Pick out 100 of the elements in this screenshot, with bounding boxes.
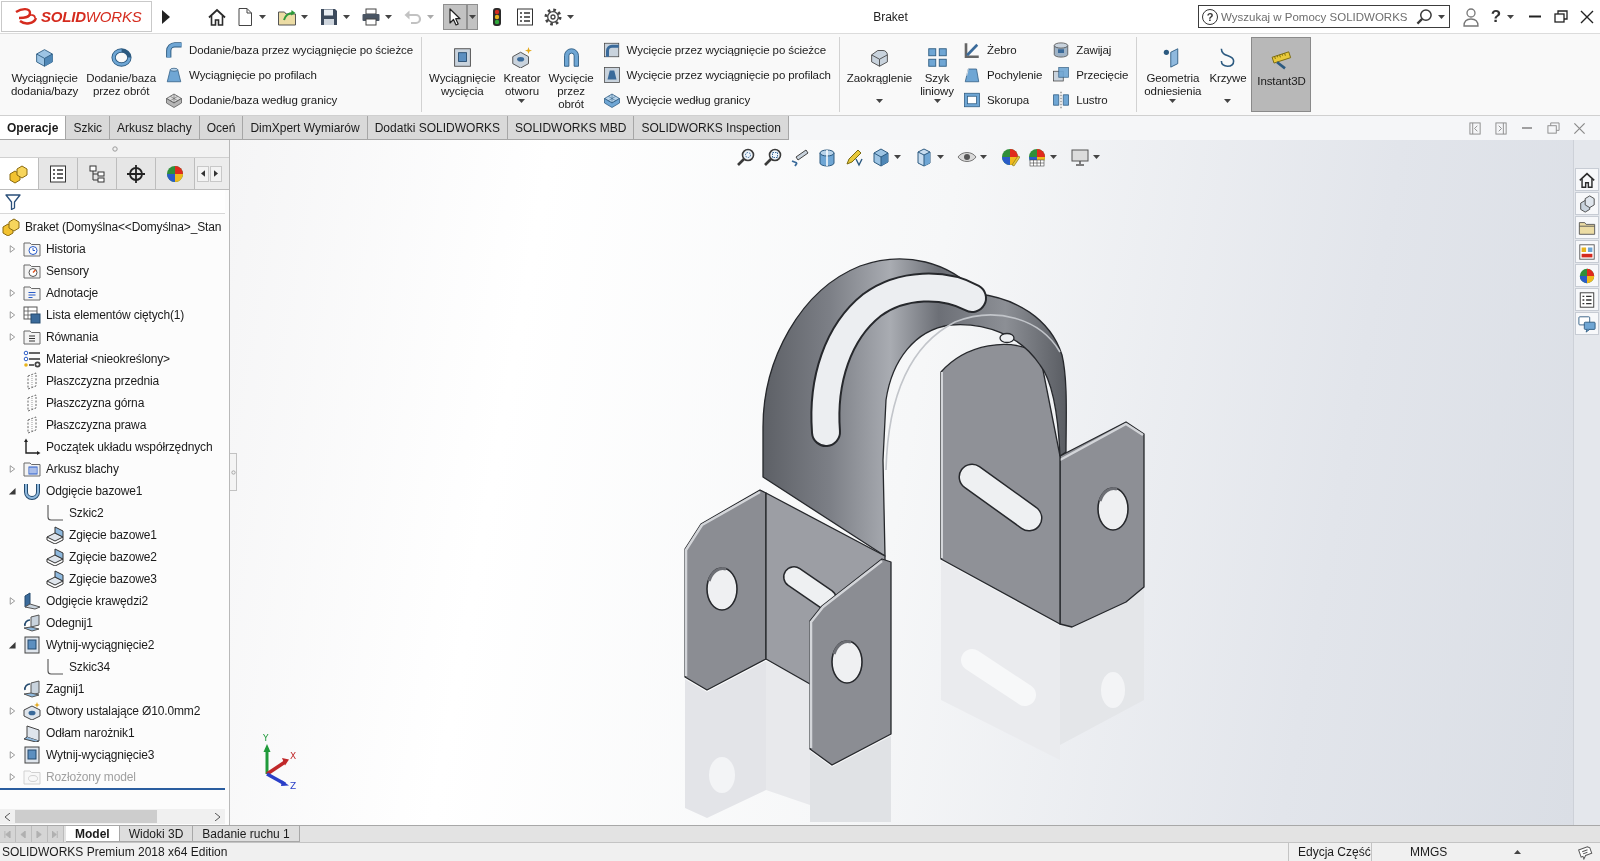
search-button[interactable] <box>1415 7 1434 26</box>
tree-item[interactable]: Zgięcie bazowe1 <box>69 528 157 542</box>
tree-item[interactable]: Wytnij-wyciągnięcie3 <box>46 748 155 762</box>
ribbon-tab[interactable]: Dodatki SOLIDWORKS <box>367 116 509 140</box>
section-view-button[interactable] <box>816 146 838 168</box>
intersect-button[interactable]: Przecięcie <box>1049 62 1132 87</box>
instant3d-button[interactable]: Instant3D <box>1251 37 1312 112</box>
document-tab[interactable]: Badanie ruchu 1 <box>193 826 300 842</box>
tree-item[interactable]: Szkic2 <box>69 506 104 520</box>
property-manager-tab[interactable] <box>39 158 78 189</box>
ribbon-tab[interactable]: Operacje <box>0 116 67 140</box>
cut-revolve-button[interactable]: Wycięcie przez obrót <box>545 37 597 112</box>
dropdown-button[interactable] <box>467 3 478 30</box>
slanted-bar-icon <box>790 147 810 167</box>
fillet-button[interactable]: Zaokrąglenie <box>843 37 916 112</box>
tree-item[interactable]: Materiał <nieokreślony> <box>46 352 170 366</box>
document-tab[interactable]: Model <box>66 826 120 842</box>
tree-item[interactable]: Płaszczyzna prawa <box>46 418 147 432</box>
tree-item[interactable]: Zgięcie bazowe2 <box>69 550 157 564</box>
wrap-button[interactable]: Zawijaj <box>1049 37 1132 62</box>
hole-wizard-button[interactable]: Kreator otworu <box>500 37 544 112</box>
tree-item[interactable]: Zgięcie bazowe3 <box>69 572 157 586</box>
expander-arrow-icon[interactable] <box>8 487 16 495</box>
reference-geometry-button[interactable]: Geometria odniesienia <box>1141 37 1205 112</box>
file-explorer-tab[interactable] <box>1575 216 1599 239</box>
cut-sweep-button[interactable]: Wycięcie przez wyciągnięcie po ścieżce <box>599 37 834 62</box>
scroll-right-button[interactable] <box>210 165 222 182</box>
sweep-button[interactable]: Dodanie/baza przez wyciągnięcie po ścieżce <box>162 37 416 62</box>
document-tab[interactable]: Widoki 3D <box>119 826 194 842</box>
horizontal-scrollbar[interactable] <box>0 809 225 824</box>
tree-item[interactable]: Otwory ustalające Ø10.0mm2 <box>46 704 201 718</box>
mirror-button[interactable]: Lustro <box>1049 87 1132 112</box>
tree-item[interactable]: Arkusz blachy <box>46 462 119 476</box>
view-orientation-button[interactable] <box>870 146 892 168</box>
search-field[interactable]: ? Wyszukaj w Pomocy SOLIDWORKS <box>1198 5 1450 28</box>
zoom-to-fit-button[interactable] <box>735 146 757 168</box>
loft-button[interactable]: Wyciągnięcie po profilach <box>162 62 416 87</box>
view-settings-button[interactable] <box>1069 146 1091 168</box>
forum-tab[interactable] <box>1575 312 1599 335</box>
design-library-tab[interactable] <box>1575 192 1599 215</box>
appearances-tab[interactable] <box>1575 264 1599 287</box>
plate-arrow-icon <box>23 614 41 632</box>
edit-appearance-button[interactable] <box>999 146 1021 168</box>
tree-item[interactable]: Początek układu współrzędnych <box>46 440 213 454</box>
curves-button[interactable]: Krzywe <box>1206 37 1250 112</box>
units-label[interactable]: MMGS <box>1410 845 1470 859</box>
tree-item[interactable]: Zagnij1 <box>46 682 85 696</box>
apply-scene-button[interactable] <box>1026 146 1048 168</box>
view-palette-tab[interactable] <box>1575 240 1599 263</box>
tree-item[interactable]: Odłam narożnik1 <box>46 726 135 740</box>
tree-item[interactable]: Lista elementów ciętych(1) <box>46 308 185 322</box>
expander-arrow-icon[interactable] <box>8 641 16 649</box>
tree-item[interactable]: Równania <box>46 330 99 344</box>
rib-button[interactable]: Żebro <box>959 37 1046 62</box>
search-input[interactable]: Wyszukaj w Pomocy SOLIDWORKS <box>1221 7 1412 26</box>
home-icon <box>1578 170 1596 189</box>
origin-axes-icon <box>23 438 41 456</box>
tree-item[interactable]: Odgięcie krawędzi2 <box>46 594 149 608</box>
scroll-left-button[interactable] <box>197 165 209 182</box>
ribbon-tab[interactable]: DimXpert Wymiarów <box>243 116 368 140</box>
custom-properties-tab[interactable] <box>1575 288 1599 311</box>
tree-item[interactable]: Płaszczyzna górna <box>46 396 145 410</box>
zoom-area-button[interactable] <box>762 146 784 168</box>
caret-icon <box>567 14 574 19</box>
tree-item[interactable]: Historia <box>46 242 86 256</box>
ribbon-tab[interactable]: Oceń <box>199 116 244 140</box>
cut-loft-button[interactable]: Wycięcie przez wyciągnięcie po profilach <box>599 62 834 87</box>
scrollbar-thumb[interactable] <box>15 810 157 823</box>
tree-item[interactable]: Sensory <box>46 264 89 278</box>
ribbon-tab[interactable]: SOLIDWORKS MBD <box>508 116 635 140</box>
tooltip-button[interactable] <box>1576 843 1594 861</box>
panel-collapse-handle[interactable] <box>230 453 237 491</box>
help-button[interactable]: ? <box>1488 3 1504 30</box>
tree-item[interactable]: Odegnij1 <box>46 616 93 630</box>
ribbon-tab[interactable]: Szkic <box>66 116 111 140</box>
tree-item[interactable]: Szkic34 <box>69 660 110 674</box>
display-manager-tab[interactable] <box>156 158 195 189</box>
caret-icon <box>1093 155 1100 159</box>
tree-item[interactable]: Adnotacje <box>46 286 99 300</box>
table-icon <box>23 306 41 324</box>
linear-pattern-button[interactable]: Szyk liniowy <box>917 37 957 112</box>
tree-item[interactable]: Wytnij-wyciągnięcie2 <box>46 638 155 652</box>
tree-item[interactable]: Odgięcie bazowe1 <box>46 484 143 498</box>
ribbon-tab[interactable]: Arkusz blachy <box>110 116 200 140</box>
extrude-button[interactable]: Wyciągnięcie dodania/bazy <box>8 37 82 112</box>
home-tab[interactable] <box>1575 168 1599 191</box>
boundary-button[interactable]: Dodanie/baza według granicy <box>162 87 416 112</box>
draft-button[interactable]: Pochylenie <box>959 62 1046 87</box>
dimxpert-manager-tab[interactable] <box>117 158 156 189</box>
ribbon-tab[interactable]: SOLIDWORKS Inspection <box>634 116 789 140</box>
tree-item[interactable]: Płaszczyzna przednia <box>46 374 160 388</box>
shell-button[interactable]: Skorupa <box>959 87 1046 112</box>
revolve-button[interactable]: Dodanie/baza przez obrót <box>83 37 159 112</box>
hole-sparkle-icon <box>511 47 533 68</box>
tree-item[interactable]: Braket (Domyślna<<Domyślna>_Stan <box>25 220 222 234</box>
caret-icon <box>259 14 266 19</box>
logo-text: SOLIDWORKS <box>41 8 142 25</box>
cut-boundary-button[interactable]: Wycięcie według granicy <box>599 87 834 112</box>
cut-extrude-button[interactable]: Wyciągnięcie wycięcia <box>426 37 499 112</box>
select-button[interactable] <box>443 3 467 30</box>
